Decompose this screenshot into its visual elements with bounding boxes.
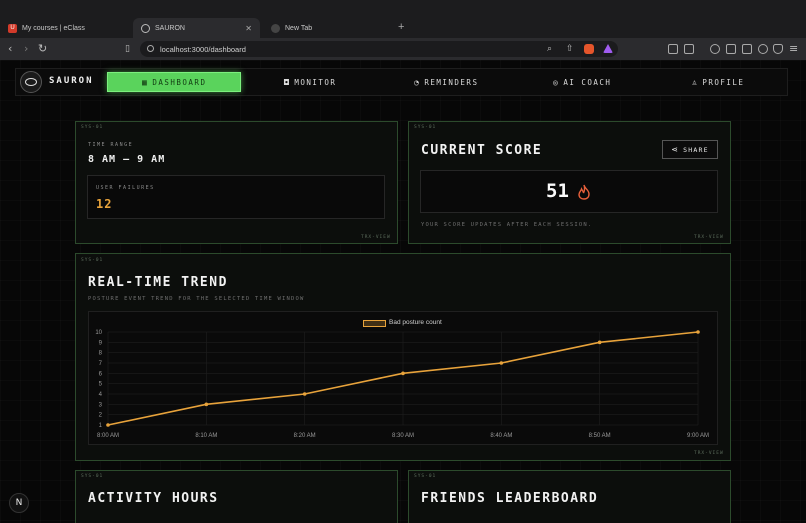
share-icon: ⋖: [671, 145, 680, 154]
ai-icon[interactable]: [758, 44, 768, 54]
time-range-label: TIME RANGE: [88, 142, 134, 148]
nav-monitor[interactable]: ◘ MONITOR: [284, 72, 336, 92]
trend-line-chart: 1 2 3 4 5 6 7 8 9 10 8:00 AM 8:10 AM 8:20 AM 8:30 AM 8…: [95, 330, 709, 439]
nav-dashboard[interactable]: ▦ DASHBOARD: [107, 72, 241, 92]
nav-label: REMINDERS: [424, 77, 479, 87]
y-tick-label: 10: [95, 330, 102, 336]
y-tick-label: 3: [99, 402, 103, 408]
x-tick-label: 8:50 AM: [589, 433, 611, 439]
eye-logo-icon[interactable]: [20, 71, 42, 93]
x-tick-label: 8:00 AM: [97, 433, 119, 439]
globe-icon: [141, 23, 150, 33]
next-dev-badge[interactable]: N: [9, 493, 29, 513]
back-icon[interactable]: ‹: [8, 42, 12, 56]
leo-icon[interactable]: [710, 44, 720, 54]
reading-list-icon[interactable]: [742, 44, 752, 54]
data-point: [204, 402, 209, 407]
share-label: SHARE: [683, 145, 709, 154]
y-tick-label: 1: [99, 423, 103, 429]
leaderboard-title: FRIENDS LEADERBOARD: [421, 491, 599, 506]
brave-shield-icon[interactable]: [584, 44, 594, 54]
y-tick-label: 9: [99, 340, 103, 346]
grid-icon: ▦: [142, 77, 149, 87]
card-footer-tag: TRX-VIEW: [694, 451, 724, 456]
y-tick-label: 5: [99, 382, 103, 388]
x-tick-label: 8:20 AM: [294, 433, 316, 439]
nav-label: DASHBOARD: [152, 77, 207, 87]
time-range-value: 8 AM – 9 AM: [88, 154, 166, 165]
score-value: 51: [546, 180, 569, 202]
site-info-icon[interactable]: [147, 45, 154, 52]
nav-label: AI COACH: [563, 77, 612, 87]
y-tick-label: 7: [99, 361, 103, 367]
nav-label: MONITOR: [294, 77, 337, 87]
nav-profile[interactable]: ♙ PROFILE: [692, 72, 744, 92]
score-box: [420, 170, 718, 213]
browser-tab-sauron[interactable]: SAURON ✕: [133, 18, 260, 38]
x-tick-label: 8:30 AM: [392, 433, 414, 439]
tab-title: My courses | eClass: [22, 24, 85, 32]
reload-icon[interactable]: ↻: [38, 42, 47, 56]
current-score-title: CURRENT SCORE: [421, 143, 543, 158]
tab-title: SAURON: [155, 24, 185, 32]
browser-tab-newtab[interactable]: New Tab: [263, 18, 391, 38]
user-failures-box: [87, 175, 385, 219]
trend-title: REAL-TIME TREND: [88, 275, 228, 290]
data-point: [597, 340, 602, 345]
brand-name: SAURON: [49, 76, 94, 86]
nav-label: PROFILE: [702, 77, 745, 87]
camera-icon: ◘: [284, 77, 291, 87]
flame-icon: [578, 184, 590, 200]
new-tab-button[interactable]: +: [398, 21, 404, 33]
y-tick-label: 2: [99, 413, 103, 419]
data-point: [302, 392, 307, 396]
url-text: localhost:3000/dashboard: [160, 44, 246, 54]
card-sys-tag: SYS-01: [81, 474, 104, 479]
share-button[interactable]: ⋖ SHARE: [662, 140, 718, 159]
extensions-icon[interactable]: [668, 44, 678, 54]
x-tick-label: 8:10 AM: [195, 433, 217, 439]
card-sys-tag: SYS-01: [81, 125, 104, 130]
u-app-icon: U: [8, 23, 17, 33]
wallet-icon[interactable]: [684, 44, 694, 54]
user-failures-value: 12: [96, 197, 113, 211]
score-note: YOUR SCORE UPDATES AFTER EACH SESSION.: [421, 222, 593, 228]
data-point: [696, 330, 700, 334]
y-tick-label: 4: [99, 392, 103, 398]
card-sys-tag: SYS-01: [81, 258, 104, 263]
data-point: [106, 423, 110, 427]
trend-subtitle: POSTURE EVENT TREND FOR THE SELECTED TIM…: [88, 296, 305, 302]
y-tick-label: 6: [99, 371, 103, 377]
tab-title: New Tab: [285, 24, 313, 32]
share-page-icon[interactable]: ⇧: [566, 42, 574, 56]
menu-icon[interactable]: ≡: [789, 42, 798, 56]
vpn-icon[interactable]: [773, 44, 783, 54]
bell-icon: ◔: [414, 77, 421, 87]
user-icon: ♙: [692, 77, 699, 87]
close-tab-icon[interactable]: ✕: [245, 24, 252, 33]
card-footer-tag: TRX-VIEW: [361, 235, 391, 240]
data-point: [499, 361, 504, 365]
nav-reminders[interactable]: ◔ REMINDERS: [414, 72, 478, 92]
bookmark-icon[interactable]: ▯: [125, 42, 130, 56]
brave-rewards-icon[interactable]: [603, 44, 613, 53]
sparkle-icon: ◎: [553, 77, 560, 87]
data-point: [401, 371, 405, 376]
card-footer-tag: TRX-VIEW: [694, 235, 724, 240]
card-sys-tag: SYS-01: [414, 125, 437, 130]
card-sys-tag: SYS-01: [414, 474, 437, 479]
x-tick-label: 9:00 AM: [687, 433, 709, 439]
zoom-icon[interactable]: ⌕: [547, 42, 552, 56]
user-failures-label: USER FAILURES: [96, 185, 155, 191]
y-tick-label: 8: [99, 351, 103, 357]
forward-icon[interactable]: ›: [24, 42, 28, 56]
nav-ai-coach[interactable]: ◎ AI COACH: [553, 72, 611, 92]
sidebar-icon[interactable]: [726, 44, 736, 54]
activity-hours-title: ACTIVITY HOURS: [88, 491, 219, 506]
brave-icon: [271, 23, 280, 33]
x-tick-label: 8:40 AM: [490, 433, 512, 439]
browser-tab-eclass[interactable]: U My courses | eClass: [0, 18, 128, 38]
